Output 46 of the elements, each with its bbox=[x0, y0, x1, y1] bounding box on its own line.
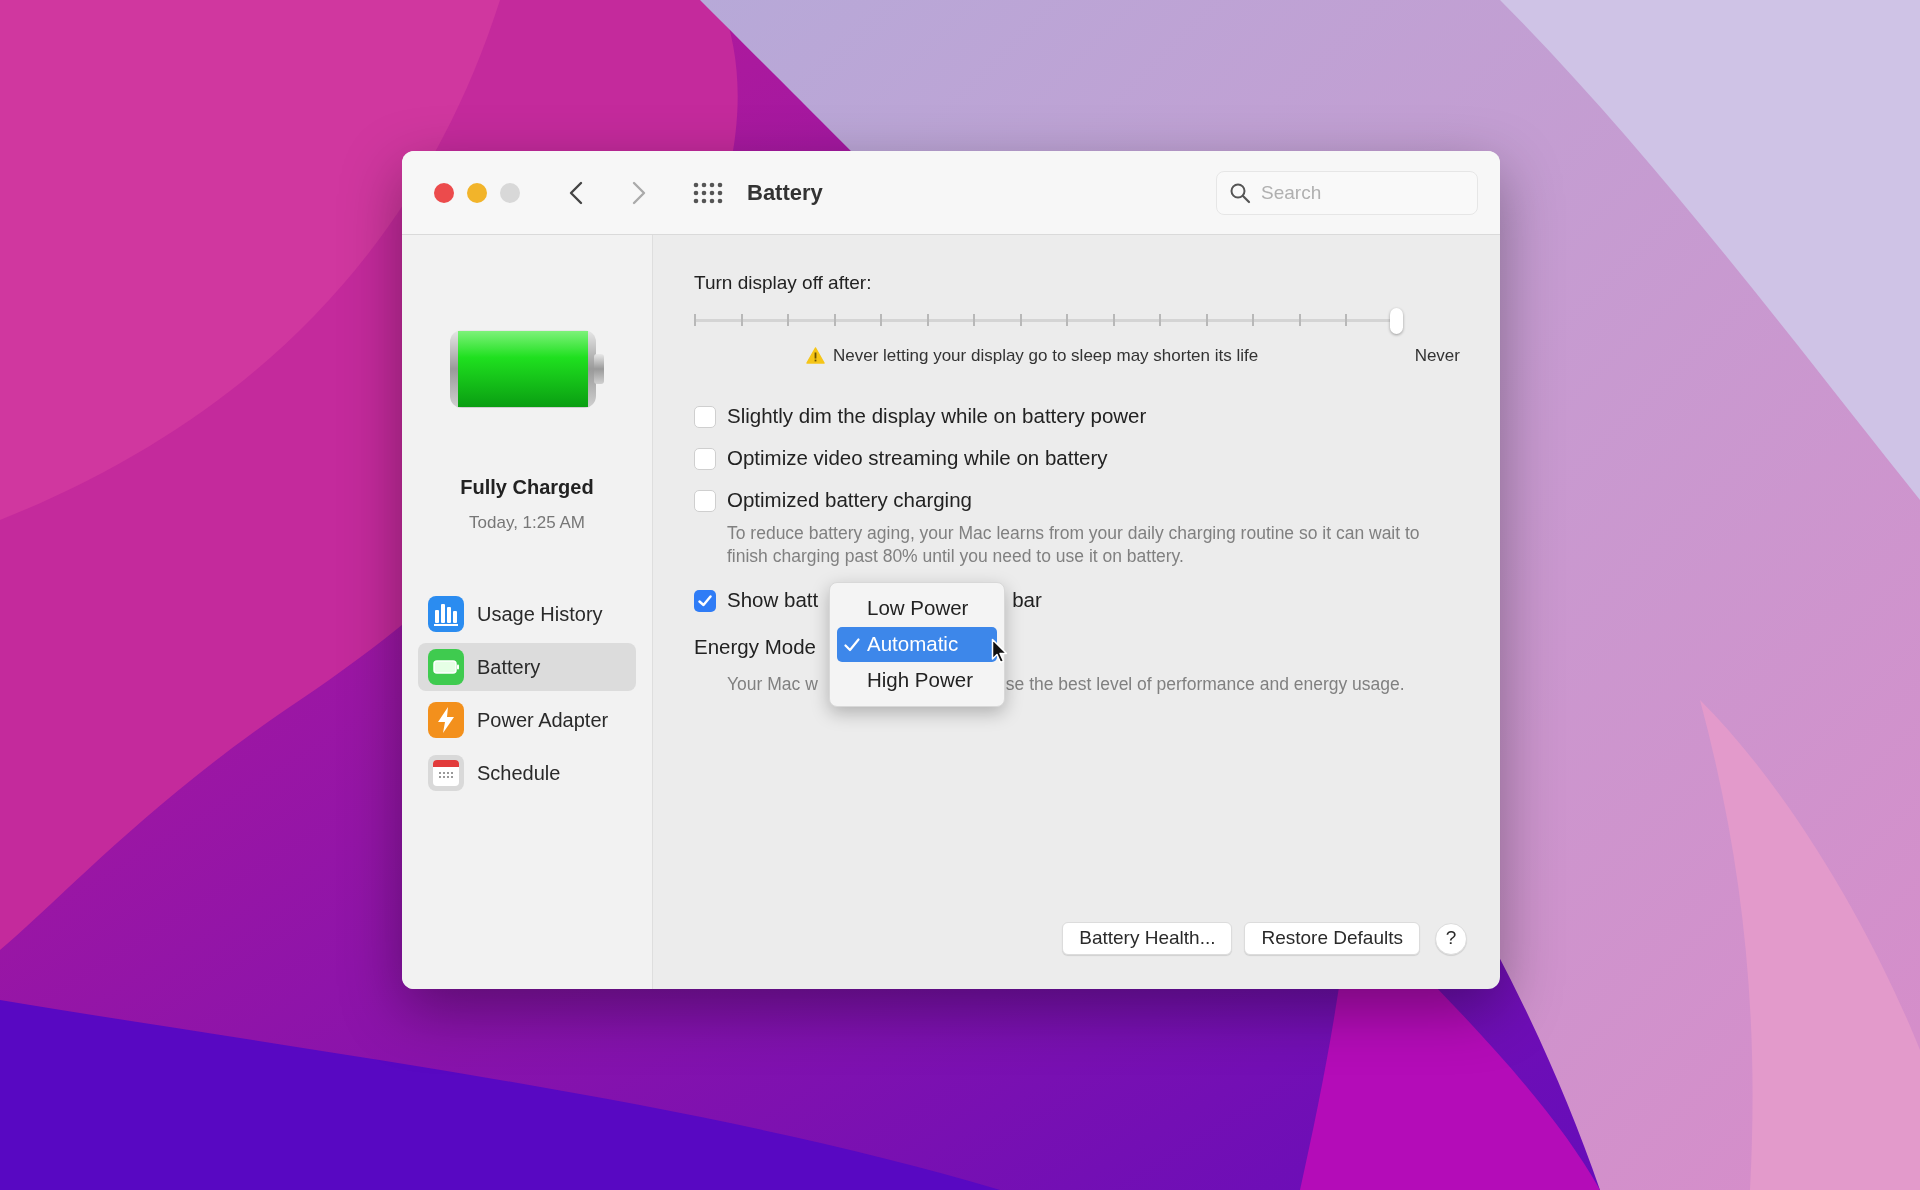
menu-item[interactable]: Automatic bbox=[837, 627, 997, 662]
close-button[interactable] bbox=[434, 182, 454, 203]
battery-icon bbox=[448, 328, 606, 410]
help-button[interactable]: ? bbox=[1435, 922, 1467, 955]
checkmark-icon bbox=[698, 594, 712, 607]
grid-icon[interactable] bbox=[693, 181, 723, 204]
checkbox-label: Slightly dim the display while on battery power bbox=[727, 403, 1147, 430]
warning-text: Never letting your display go to sleep may shorten its life bbox=[833, 345, 1259, 367]
menu-item[interactable]: Low Power bbox=[837, 591, 997, 626]
warning-icon bbox=[806, 347, 825, 365]
search-field[interactable]: Search bbox=[1216, 170, 1478, 215]
slider-label: Turn display off after: bbox=[694, 271, 873, 295]
menu-item[interactable]: High Power bbox=[837, 663, 997, 698]
battery-icon bbox=[428, 648, 464, 685]
sidebar-item[interactable]: Usage History bbox=[418, 589, 636, 638]
push-button[interactable]: Battery Health... bbox=[1062, 922, 1233, 955]
slider-thumb[interactable] bbox=[1390, 308, 1403, 334]
sidebar-item[interactable]: Schedule bbox=[418, 748, 636, 797]
status-time: Today, 1:25 AM bbox=[469, 512, 585, 534]
mode-description: se the best level of performance and energy usage. bbox=[1005, 672, 1405, 696]
forward-icon[interactable] bbox=[632, 180, 646, 205]
checkbox[interactable] bbox=[694, 489, 716, 512]
zoom-button[interactable] bbox=[500, 182, 520, 203]
calendar-icon bbox=[428, 754, 464, 791]
checkbox-label: bar bbox=[1012, 587, 1042, 614]
push-button[interactable]: Restore Defaults bbox=[1244, 922, 1420, 955]
option-description: To reduce battery aging, your Mac learns from your daily charging routine so it can wait to finish charging past 80% until you need to use it on battery. bbox=[727, 521, 1421, 568]
minimize-button[interactable] bbox=[467, 182, 487, 203]
search-icon bbox=[1229, 181, 1251, 204]
checkbox-label: Show batt bbox=[727, 587, 819, 614]
bar-chart-icon bbox=[428, 595, 464, 632]
checkbox[interactable] bbox=[694, 405, 716, 428]
back-icon[interactable] bbox=[569, 180, 583, 205]
mode-description: Your Mac w bbox=[727, 672, 818, 696]
sidebar-item[interactable]: Battery bbox=[418, 642, 636, 691]
checkbox-label: Optimized battery charging bbox=[727, 487, 972, 514]
checkbox-label: Optimize video streaming while on battery bbox=[727, 445, 1108, 472]
checkbox[interactable] bbox=[694, 589, 716, 612]
sidebar-item[interactable]: Power Adapter bbox=[418, 695, 636, 744]
slider-end-label: Never bbox=[1414, 345, 1460, 367]
battery-status: Fully Charged bbox=[460, 475, 594, 500]
checkbox[interactable] bbox=[694, 447, 716, 470]
energy-mode-label: Energy Mode bbox=[694, 634, 816, 661]
lightning-icon bbox=[428, 701, 464, 738]
checkmark-icon bbox=[844, 637, 860, 652]
window-title: Battery bbox=[747, 179, 823, 207]
